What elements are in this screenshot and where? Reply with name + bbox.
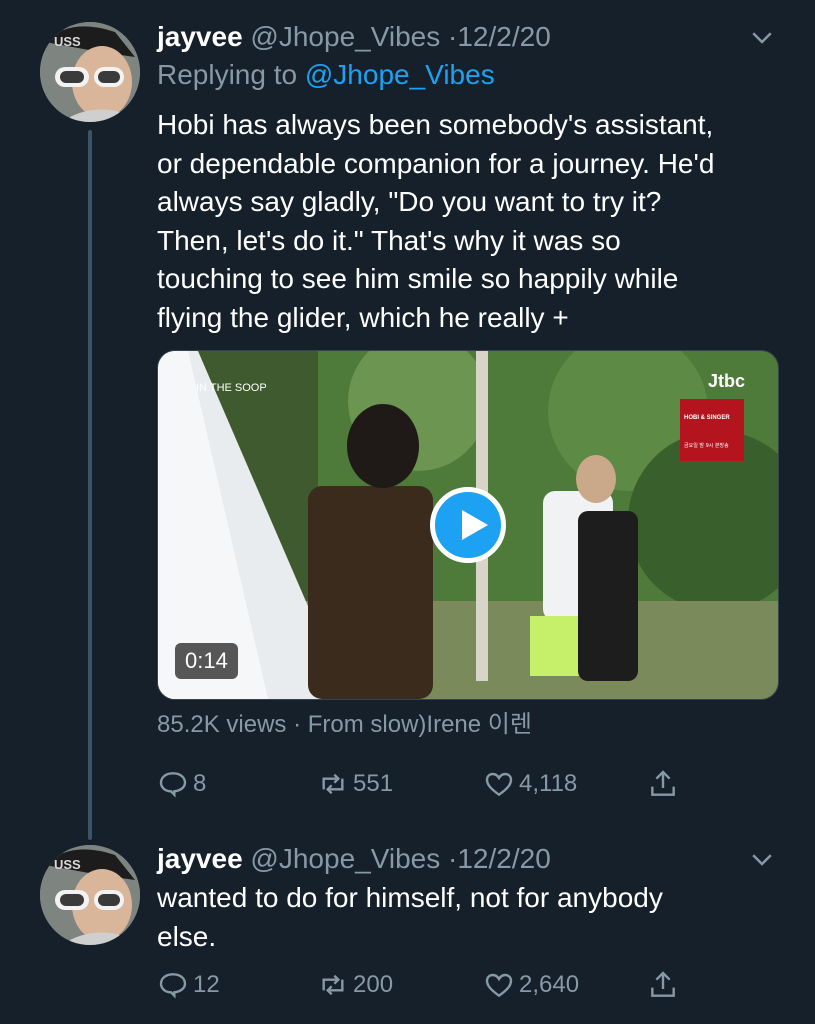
play-icon[interactable]	[430, 487, 506, 563]
video-source[interactable]: From slow)Irene 이렌	[308, 711, 532, 738]
heart-icon	[485, 973, 513, 998]
avatar-image: USS	[40, 22, 140, 122]
heart-icon	[485, 772, 513, 797]
meta-separator: ·	[293, 711, 302, 738]
header-separator: ·	[448, 21, 458, 52]
header-separator: ·	[448, 843, 458, 874]
reply-count: 12	[193, 971, 220, 998]
watermark-in-the-soop: IN THE SOOP	[196, 382, 267, 394]
reply-bubble-icon	[159, 973, 187, 999]
tweet-actions: 8 551 4,118	[157, 768, 717, 808]
tweet-text: wanted to do for himself, not for anybod…	[157, 882, 663, 952]
retweet-count: 551	[353, 770, 394, 797]
like-button[interactable]: 2,640	[483, 969, 579, 1001]
tweet-text: Hobi has always been somebody's assistan…	[157, 109, 715, 333]
avatar-image: USS	[40, 845, 140, 945]
chevron-down-icon[interactable]	[747, 844, 777, 874]
thread-connector	[88, 130, 92, 840]
svg-text:USS: USS	[54, 857, 81, 872]
replying-to-mention[interactable]: @Jhope_Vibes	[305, 59, 495, 90]
promo-caption: 금요일 밤 9시 본방송	[684, 442, 729, 449]
tweet-actions: 12 200 2,640	[157, 969, 717, 1009]
video-duration: 0:14	[175, 643, 238, 679]
tweet-2[interactable]: USS jayvee @Jhope_Vibes ·12/2/20 wanted …	[0, 830, 815, 1024]
tweet-date[interactable]: 12/2/20	[457, 21, 550, 52]
retweet-count: 200	[353, 971, 394, 998]
tweet-header: jayvee @Jhope_Vibes ·12/2/20	[157, 20, 551, 54]
replying-to: Replying to @Jhope_Vibes	[157, 58, 495, 92]
retweet-button[interactable]: 200	[317, 969, 393, 1001]
like-count: 4,118	[519, 770, 578, 797]
retweet-icon	[322, 773, 344, 795]
share-button[interactable]	[647, 768, 683, 800]
share-icon	[651, 971, 675, 997]
user-handle[interactable]: @Jhope_Vibes	[250, 843, 440, 874]
reply-button[interactable]: 12	[157, 969, 220, 1001]
promo-badge: HOBI & SINGER	[684, 415, 730, 421]
like-count: 2,640	[519, 971, 580, 998]
reply-button[interactable]: 8	[157, 768, 206, 800]
video-meta: 85.2K views · From slow)Irene 이렌	[157, 709, 532, 741]
like-button[interactable]: 4,118	[483, 768, 577, 800]
avatar[interactable]: USS	[40, 845, 140, 945]
reply-bubble-icon	[159, 772, 187, 798]
view-count: 85.2K views	[157, 711, 287, 738]
share-icon	[651, 770, 675, 796]
share-button[interactable]	[647, 969, 683, 1001]
retweet-icon	[322, 974, 344, 996]
tweet-date[interactable]: 12/2/20	[457, 843, 550, 874]
reply-count: 8	[193, 770, 207, 797]
display-name[interactable]: jayvee	[157, 21, 243, 52]
user-handle[interactable]: @Jhope_Vibes	[250, 21, 440, 52]
chevron-down-icon[interactable]	[747, 22, 777, 52]
watermark-jtbc: Jtbc	[708, 371, 745, 391]
retweet-button[interactable]: 551	[317, 768, 393, 800]
display-name[interactable]: jayvee	[157, 843, 243, 874]
avatar[interactable]: USS	[40, 22, 140, 122]
replying-prefix: Replying to	[157, 59, 298, 90]
svg-text:USS: USS	[54, 34, 81, 49]
video-player[interactable]: IN THE SOOP Jtbc HOBI & SINGER 금요일 밤 9시 …	[157, 350, 779, 700]
tweet-1[interactable]: USS jayvee @Jhope_Vibes ·12/2/20 Replyin…	[0, 0, 815, 840]
tweet-header: jayvee @Jhope_Vibes ·12/2/20	[157, 842, 551, 876]
